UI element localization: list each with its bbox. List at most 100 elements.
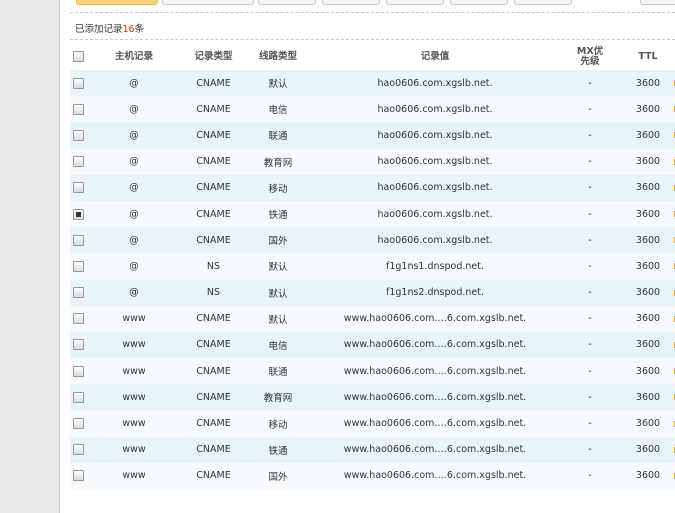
row-select-cell[interactable] [70,253,87,279]
row-select-cell[interactable] [70,437,87,463]
row-checkbox[interactable] [73,313,84,325]
table-row[interactable]: @ CNAME 默认 hao0606.com.xgslb.net. - 3600 [70,70,675,97]
toolbar-button[interactable] [450,0,508,5]
mx-cell: - [588,103,592,115]
row-checkbox[interactable] [73,234,84,246]
row-checkbox[interactable] [73,391,84,403]
table-row[interactable]: www CNAME 移动 www.hao0606.com.…6.com.xgslb.n… [70,410,675,437]
select-all-checkbox[interactable] [73,51,84,62]
row-select-cell[interactable] [70,70,87,96]
row-checkbox[interactable] [73,339,84,351]
host-cell: www [122,313,146,325]
search-box[interactable] [640,0,675,5]
value-cell: www.hao0606.com.…6.com.xgslb.net. [343,313,527,325]
host-cell: @ [129,208,139,220]
table-row[interactable]: www CNAME 电信 www.hao0606.com.…6.com.xgslb.n… [70,331,675,359]
row-select-cell[interactable] [70,227,87,253]
ttl-value: 3600 [635,129,661,141]
ttl-value: 3600 [635,156,661,168]
left-gutter [0,0,59,513]
row-checkbox[interactable] [73,287,84,299]
table-row[interactable]: @ CNAME 国外 hao0606.com.xgslb.net. - 3600 [70,227,675,254]
mx-cell: - [588,208,592,220]
mx-cell: - [588,156,592,168]
toolbar-button[interactable] [322,0,380,5]
row-select-cell[interactable] [70,280,87,306]
row-select-cell[interactable] [70,122,87,148]
mx-cell: - [588,365,592,377]
column-header-host[interactable]: 主机记录 [87,43,181,70]
ttl-cell: 3600 [620,437,675,463]
type-cell: CNAME [196,208,231,220]
ttl-value: 3600 [635,260,661,272]
type-cell: CNAME [196,391,231,403]
row-select-cell[interactable] [70,175,87,201]
table-row[interactable]: www CNAME 铁通 www.hao0606.com.…6.com.xgslb.n… [70,436,675,463]
mx-cell: - [588,313,592,325]
ttl-value: 3600 [635,77,661,89]
mx-cell: - [588,287,592,299]
table-row[interactable]: @ NS 默认 f1g1ns2.dnspod.net. - 3600 [70,279,675,306]
column-header-value[interactable]: 记录值 [310,43,560,70]
ttl-value: 3600 [635,470,661,482]
toolbar-button[interactable] [514,0,572,5]
table-row[interactable]: @ CNAME 电信 hao0606.com.xgslb.net. - 3600 [70,96,675,123]
table-row[interactable]: www CNAME 默认 www.hao0606.com.…6.com.xgslb.n… [70,305,675,332]
row-select-cell[interactable] [70,358,87,384]
ttl-cell: 3600 [620,96,675,122]
toolbar-button[interactable] [162,0,254,5]
row-checkbox[interactable] [73,418,84,430]
ttl-value: 3600 [635,103,661,115]
value-cell: hao0606.com.xgslb.net. [377,234,493,246]
column-header-ttl[interactable]: TTL [620,43,675,70]
row-checkbox[interactable] [73,156,84,168]
row-checkbox[interactable] [73,103,84,115]
table-row[interactable]: @ NS 默认 f1g1ns1.dnspod.net. - 3600 [70,253,675,280]
row-checkbox[interactable] [73,208,84,220]
row-select-cell[interactable] [70,149,87,175]
host-cell: www [122,339,146,351]
select-all-header[interactable] [70,43,87,70]
toolbar-button[interactable] [386,0,444,5]
toolbar-primary-button[interactable] [76,0,158,5]
row-select-cell[interactable] [70,96,87,122]
table-row[interactable]: @ CNAME 联通 hao0606.com.xgslb.net. - 3600 [70,122,675,149]
table-row[interactable]: www CNAME 国外 www.hao0606.com.…6.com.xgslb.n… [70,462,675,489]
mx-cell: - [588,339,592,351]
mx-cell: - [588,182,592,194]
table-row[interactable]: @ CNAME 铁通 hao0606.com.xgslb.net. - 3600 [70,200,675,228]
value-cell: f1g1ns1.dnspod.net. [385,260,484,272]
table-row[interactable]: www CNAME 联通 www.hao0606.com.…6.com.xgslb.n… [70,358,675,385]
row-checkbox[interactable] [73,129,84,141]
row-select-cell[interactable] [70,463,87,489]
row-checkbox[interactable] [73,365,84,377]
row-select-cell[interactable] [70,201,87,227]
column-header-type[interactable]: 记录类型 [181,43,246,70]
mx-cell: - [588,444,592,456]
row-select-cell[interactable] [70,384,87,410]
row-select-cell[interactable] [70,306,87,332]
ttl-cell: 3600 [620,410,675,436]
type-cell: NS [206,260,221,272]
table-row[interactable]: www CNAME 教育网 www.hao0606.com.…6.com.xgslb.… [70,384,675,411]
table-header-row: 主机记录 记录类型 线路类型 记录值 MX优先级 TTL [70,43,675,70]
toolbar-button[interactable] [258,0,316,5]
column-header-mx[interactable]: MX优先级 [560,43,620,70]
value-cell: f1g1ns2.dnspod.net. [385,287,484,299]
value-cell: hao0606.com.xgslb.net. [377,77,493,89]
row-checkbox[interactable] [73,470,84,482]
records-table: 主机记录 记录类型 线路类型 记录值 MX优先级 TTL @ CNAME 默认 hao… [70,43,675,489]
value-cell: www.hao0606.com.…6.com.xgslb.net. [343,365,527,377]
table-row[interactable]: @ CNAME 移动 hao0606.com.xgslb.net. - 3600 [70,174,675,201]
ttl-cell: 3600 [620,280,675,306]
row-checkbox[interactable] [73,444,84,456]
table-row[interactable]: @ CNAME 教育网 hao0606.com.xgslb.net. - 3600 [70,148,675,175]
row-checkbox[interactable] [73,182,84,194]
ttl-value: 3600 [635,339,661,351]
row-select-cell[interactable] [70,332,87,358]
row-checkbox[interactable] [73,260,84,272]
row-select-cell[interactable] [70,410,87,436]
toolbar [74,0,675,5]
row-checkbox[interactable] [73,77,84,89]
column-header-line[interactable]: 线路类型 [246,43,310,70]
